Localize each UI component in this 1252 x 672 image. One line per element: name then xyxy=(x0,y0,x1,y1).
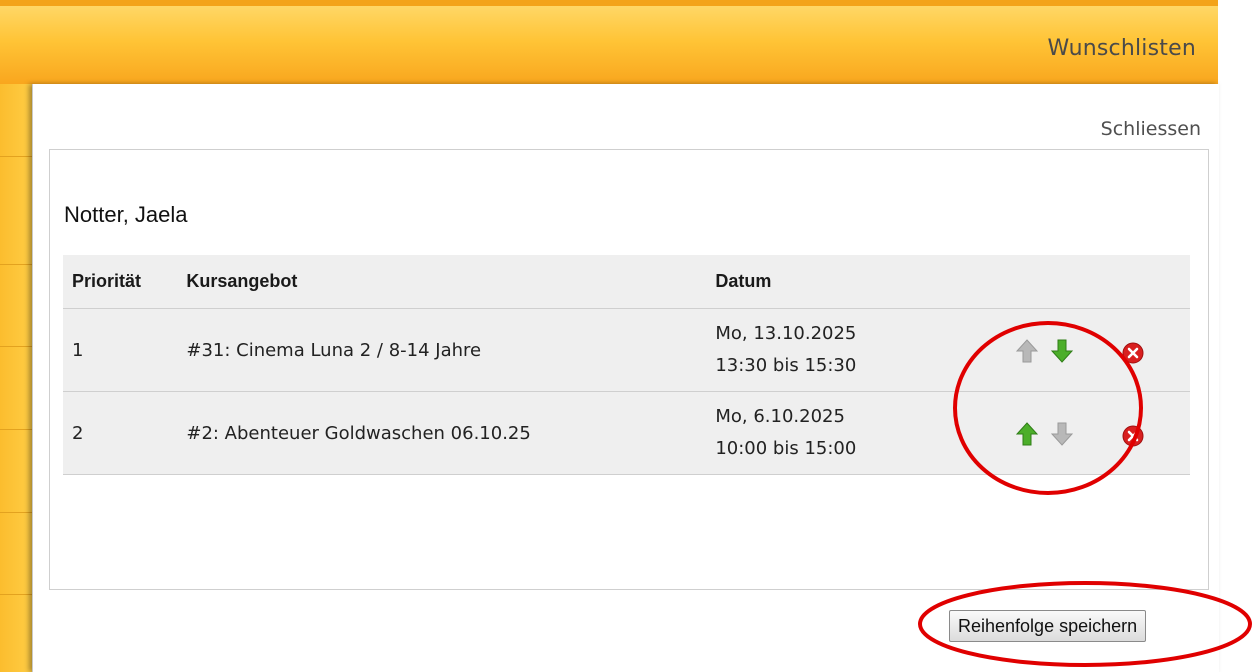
sidebar-divider xyxy=(0,156,32,157)
sidebar-divider xyxy=(0,264,32,265)
row-actions xyxy=(941,391,1190,475)
table-header-row: Priorität Kursangebot Datum xyxy=(63,255,1190,309)
save-order-button[interactable]: Reihenfolge speichern xyxy=(949,610,1147,642)
row-time: 13:30 bis 15:30 xyxy=(715,355,857,376)
sidebar-divider xyxy=(0,512,32,513)
column-header-priority: Priorität xyxy=(63,255,178,309)
background-sidebar xyxy=(0,84,32,672)
row-priority: 2 xyxy=(63,391,178,475)
arrow-down-icon xyxy=(1050,422,1073,446)
wishlist-table: Priorität Kursangebot Datum 1 #31: Cinem… xyxy=(63,255,1190,475)
row-actions xyxy=(941,308,1190,392)
person-name: Notter, Jaela xyxy=(64,202,188,227)
column-header-course: Kursangebot xyxy=(177,255,707,309)
remove-icon[interactable] xyxy=(1122,425,1144,447)
sidebar-divider xyxy=(0,346,32,347)
table-row: 1 #31: Cinema Luna 2 / 8-14 Jahre Mo, 13… xyxy=(63,308,1190,392)
sidebar-divider xyxy=(0,594,32,595)
column-header-actions xyxy=(941,255,1190,309)
arrow-up-icon[interactable] xyxy=(1015,422,1038,446)
page: Wunschlisten Schliessen Notter, Jaela Pr… xyxy=(0,0,1252,672)
arrow-up-icon xyxy=(1015,339,1038,363)
column-header-date: Datum xyxy=(706,255,942,309)
row-date: Mo, 6.10.2025 xyxy=(715,406,845,427)
row-date-cell: Mo, 13.10.2025 13:30 bis 15:30 xyxy=(706,308,942,392)
row-date: Mo, 13.10.2025 xyxy=(715,323,857,344)
header-bar: Wunschlisten xyxy=(0,0,1218,84)
arrow-down-icon[interactable] xyxy=(1050,339,1073,363)
row-course: #31: Cinema Luna 2 / 8-14 Jahre xyxy=(177,308,707,392)
table-row: 2 #2: Abenteuer Goldwaschen 06.10.25 Mo,… xyxy=(63,391,1190,475)
row-date-cell: Mo, 6.10.2025 10:00 bis 15:00 xyxy=(706,391,942,475)
wishlist-dialog: Schliessen Notter, Jaela Priorität Kursa… xyxy=(32,84,1219,672)
close-link[interactable]: Schliessen xyxy=(1101,118,1201,140)
row-course: #2: Abenteuer Goldwaschen 06.10.25 xyxy=(177,391,707,475)
row-priority: 1 xyxy=(63,308,178,392)
header-title: Wunschlisten xyxy=(1047,36,1196,61)
row-time: 10:00 bis 15:00 xyxy=(715,438,857,459)
remove-icon[interactable] xyxy=(1122,342,1144,364)
sidebar-divider xyxy=(0,429,32,430)
wishlist-content: Notter, Jaela Priorität Kursangebot Datu… xyxy=(49,149,1209,590)
